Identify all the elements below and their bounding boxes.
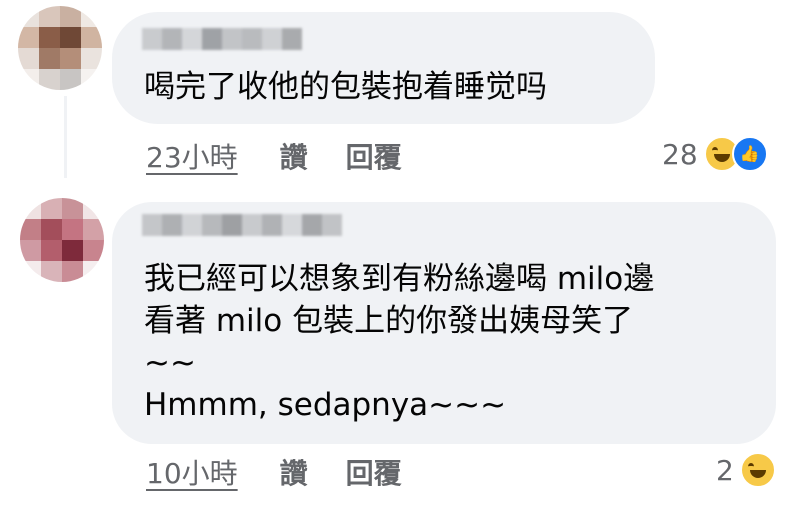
comment-timestamp[interactable]: 23小時 [146, 136, 238, 176]
comment-line: 看著 milo 包裝上的你發出姨母笑了 [144, 303, 634, 339]
avatar[interactable] [20, 198, 104, 282]
reaction-summary[interactable]: 2 [716, 452, 776, 488]
like-button[interactable]: 讚 [280, 452, 308, 492]
avatar[interactable] [18, 6, 102, 90]
comment-line: 我已經可以想象到有粉絲邊喝 milo邊 [144, 261, 655, 297]
reaction-count: 2 [716, 453, 734, 487]
like-icon: 👍 [731, 136, 768, 172]
comment-timestamp[interactable]: 10小時 [146, 452, 238, 492]
comment-line: Hmmm, sedapnya~~~ [144, 387, 507, 423]
pixelated-avatar-image [18, 6, 102, 90]
blurred-author-name[interactable] [142, 28, 302, 50]
comment-actions: 23小時 讚 回覆 [146, 136, 402, 176]
like-button[interactable]: 讚 [280, 136, 308, 176]
comment-line: ~~ [144, 345, 196, 381]
comment-text: 喝完了收他的包裝抱着睡觉吗 [144, 69, 547, 105]
comment-bubble: 喝完了收他的包裝抱着睡觉吗 [112, 12, 655, 124]
comment-text: 我已經可以想象到有粉絲邊喝 milo邊 看著 milo 包裝上的你發出姨母笑了 … [144, 258, 654, 426]
haha-icon [739, 452, 776, 488]
reaction-summary[interactable]: 28 👍 [662, 136, 768, 172]
reply-button[interactable]: 回覆 [346, 452, 402, 492]
comment-actions: 10小時 讚 回覆 [146, 452, 402, 492]
comment-bubble: 我已經可以想象到有粉絲邊喝 milo邊 看著 milo 包裝上的你發出姨母笑了 … [112, 202, 776, 444]
blurred-author-name[interactable] [142, 214, 342, 236]
reaction-count: 28 [662, 137, 698, 171]
pixelated-avatar-image [20, 198, 104, 282]
thread-line [64, 96, 67, 178]
reply-button[interactable]: 回覆 [346, 136, 402, 176]
